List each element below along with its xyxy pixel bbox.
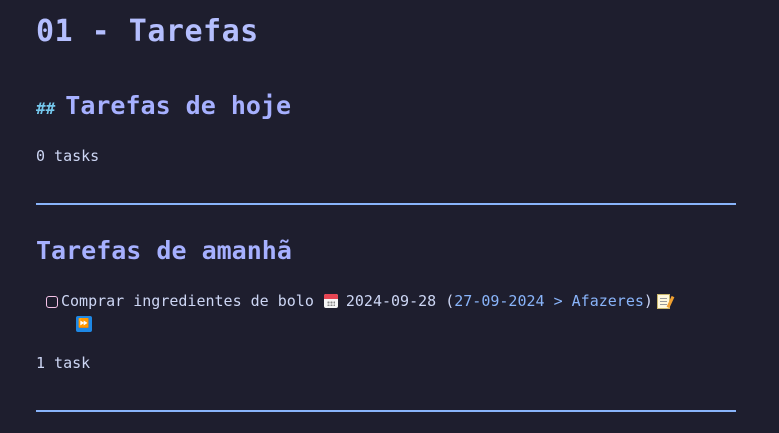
source-close-paren: ) [643, 292, 653, 310]
horizontal-rule [36, 410, 736, 412]
heading-text[interactable]: Tarefas de hoje [65, 91, 291, 120]
task-count-tomorrow: 1 task [36, 354, 91, 372]
memo-icon[interactable] [656, 294, 670, 309]
task-item[interactable]: Comprar ingredientes de bolo 2024-09-28 (… [46, 288, 736, 314]
source-open-paren: ( [445, 292, 455, 310]
horizontal-rule [36, 203, 736, 205]
heading-tarefas-de-amanha[interactable]: Tarefas de amanhã [36, 236, 292, 265]
heading-tarefas-de-hoje: ## Tarefas de hoje [36, 91, 291, 120]
task-checkbox[interactable] [46, 296, 58, 308]
task-text: Comprar ingredientes de bolo [61, 292, 314, 310]
calendar-icon [323, 294, 338, 308]
page-title: 01 - Tarefas [36, 14, 259, 49]
task-due-date: 2024-09-28 [345, 292, 437, 310]
task-source-link[interactable]: 27-09-2024 > Afazeres [454, 292, 644, 310]
task-count-today: 0 tasks [36, 147, 100, 165]
note-page: 01 - Tarefas ## Tarefas de hoje 0 tasks … [0, 0, 779, 433]
heading-marker: ## [36, 99, 56, 118]
fast-forward-icon: ⏩ [76, 316, 92, 332]
